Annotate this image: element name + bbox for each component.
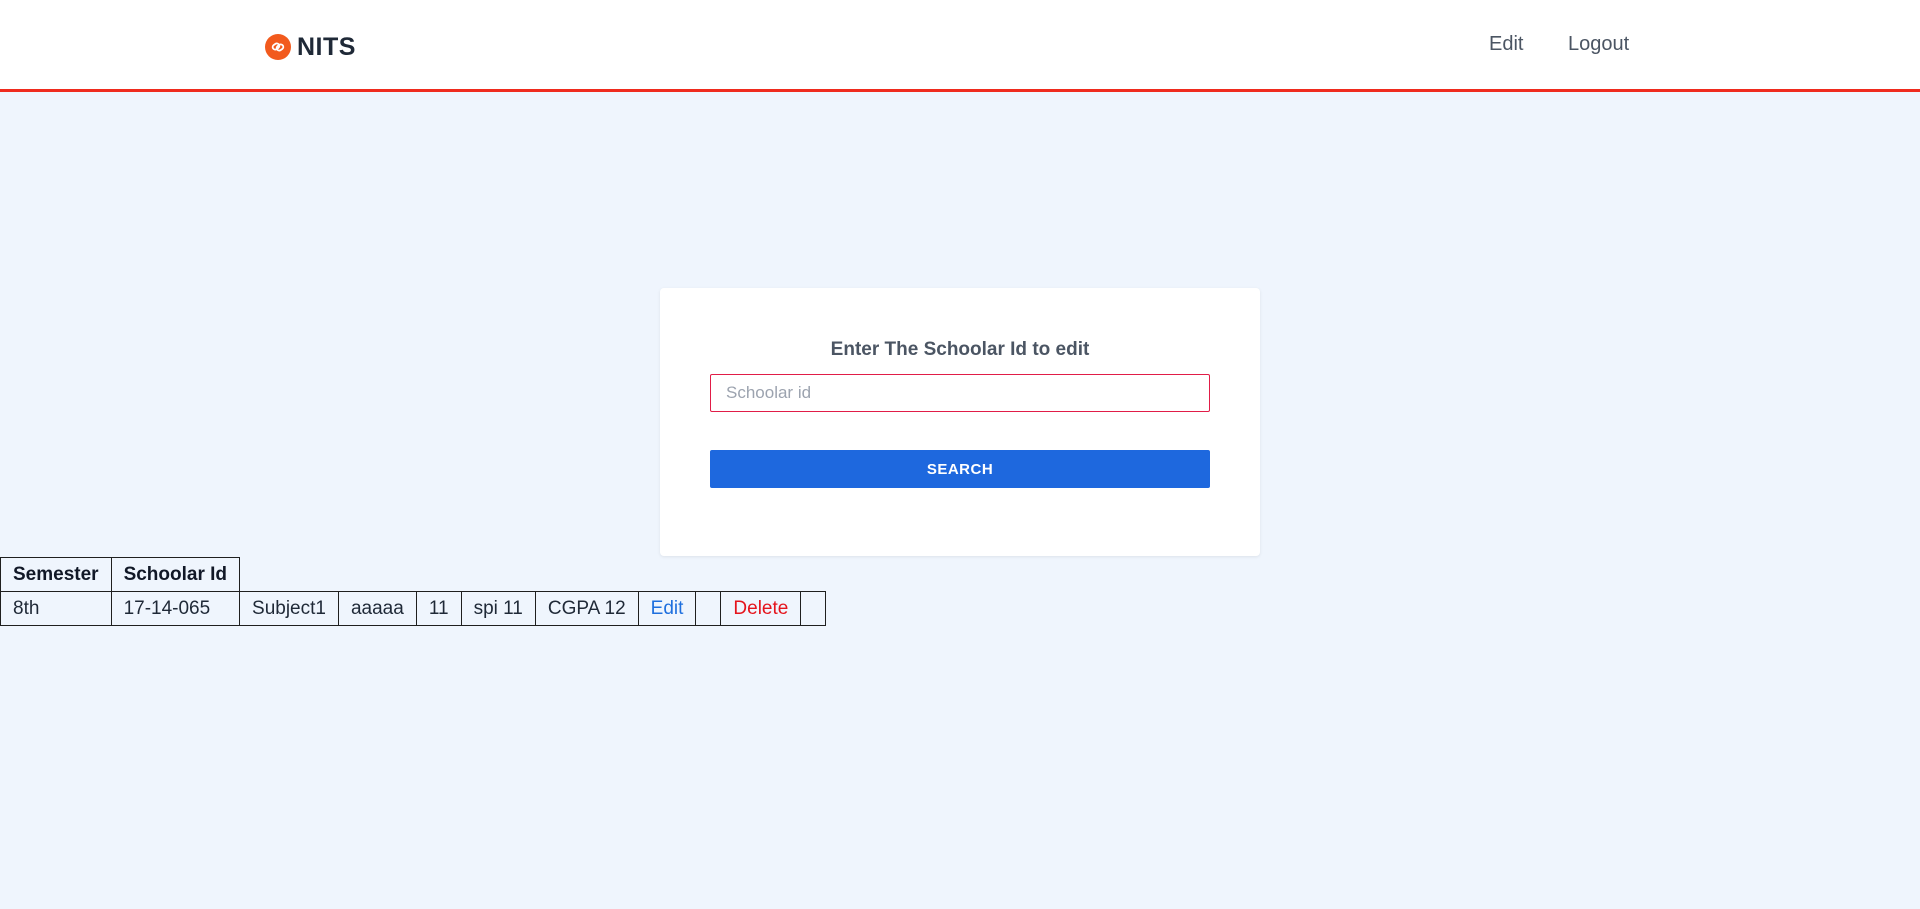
cell-edit: Edit [637, 591, 697, 626]
brand-name: NITS [297, 32, 356, 61]
cell-scholar-id: 17-14-065 [110, 591, 241, 626]
cell-empty [695, 591, 722, 626]
cell-semester: 8th [0, 591, 112, 626]
cell-spi: spi 11 [460, 591, 536, 626]
brand-logo-icon [265, 34, 291, 60]
cell-subject: Subject1 [239, 591, 339, 626]
cell-value: 11 [415, 591, 462, 626]
cell-cgpa: CGPA 12 [534, 591, 639, 626]
top-navbar: NITS Edit Logout [0, 0, 1920, 92]
brand[interactable]: NITS [265, 33, 356, 61]
cell-delete: Delete [720, 591, 802, 626]
search-card-title: Enter The Schoolar Id to edit [830, 339, 1090, 360]
results-table: Semester Schoolar Id 8th 17-14-065 Subje… [0, 557, 827, 626]
cell-name: aaaaa [337, 591, 417, 626]
column-header-scholar-id: Schoolar Id [110, 557, 241, 592]
search-card: Enter The Schoolar Id to edit SEARCH [660, 288, 1260, 556]
nav-logout-link[interactable]: Logout [1568, 33, 1629, 56]
table-header-row: Semester Schoolar Id [0, 557, 826, 592]
row-delete-link[interactable]: Delete [733, 598, 788, 619]
search-button[interactable]: SEARCH [710, 450, 1210, 488]
scholar-id-input[interactable] [710, 374, 1210, 412]
row-edit-link[interactable]: Edit [651, 598, 684, 619]
nav-edit-link[interactable]: Edit [1489, 33, 1523, 56]
cell-empty [800, 591, 827, 626]
column-header-semester: Semester [0, 557, 112, 592]
table-row: 8th 17-14-065 Subject1 aaaaa 11 spi 11 C… [0, 591, 827, 626]
